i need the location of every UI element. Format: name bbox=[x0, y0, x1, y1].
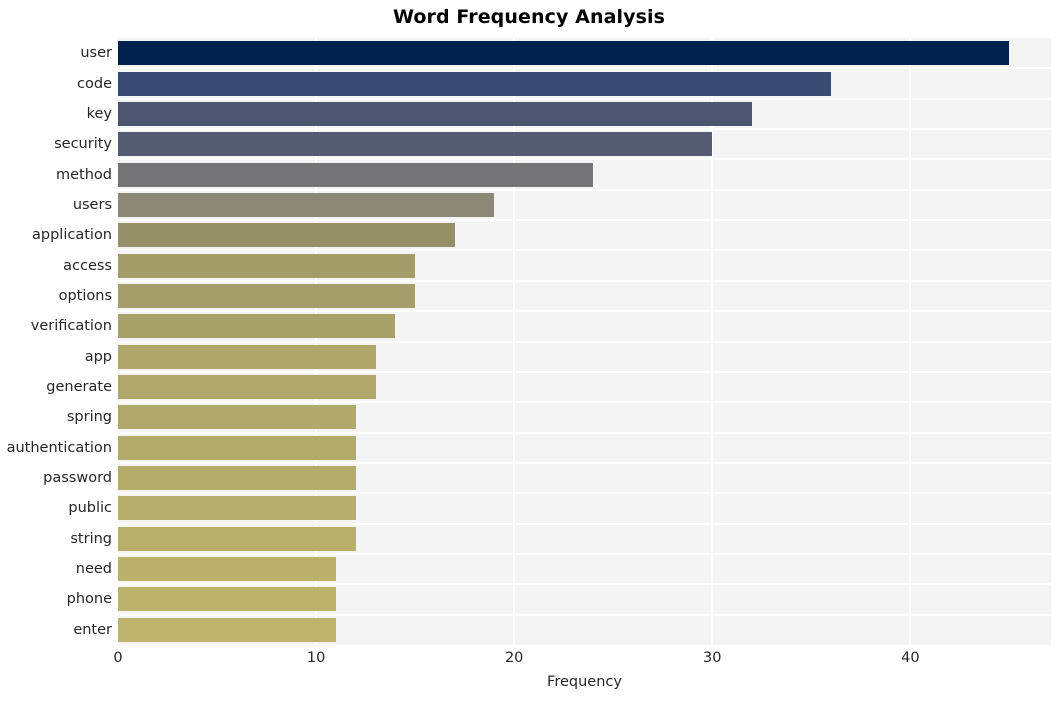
gridline-horizontal bbox=[118, 583, 1051, 586]
bar bbox=[118, 253, 416, 278]
x-axis-tick-label: 30 bbox=[703, 650, 722, 666]
bar bbox=[118, 314, 396, 339]
y-axis-tick-label: method bbox=[56, 166, 112, 183]
gridline-horizontal bbox=[118, 128, 1051, 131]
bar bbox=[118, 617, 336, 642]
bar bbox=[118, 557, 336, 582]
gridline-horizontal bbox=[118, 219, 1051, 222]
y-axis-tick-label: code bbox=[77, 75, 112, 92]
gridline-horizontal bbox=[118, 67, 1051, 70]
bar bbox=[118, 466, 356, 491]
gridline-horizontal bbox=[118, 492, 1051, 495]
x-axis-tick-labels: 0 10 20 30 40 bbox=[0, 650, 1058, 672]
y-axis-tick-label: users bbox=[72, 196, 112, 213]
y-axis-tick-label: spring bbox=[66, 409, 112, 426]
bar bbox=[118, 526, 356, 551]
y-axis-tick-labels: user code key security method users applicatio… bbox=[0, 38, 112, 645]
gridline-horizontal bbox=[118, 249, 1051, 252]
x-axis-tick-label: 40 bbox=[901, 650, 920, 666]
gridline-horizontal bbox=[118, 522, 1051, 525]
bar bbox=[118, 344, 376, 369]
gridline-horizontal bbox=[118, 401, 1051, 404]
gridline-horizontal bbox=[118, 613, 1051, 616]
y-axis-tick-label: authentication bbox=[6, 439, 112, 456]
gridline-horizontal bbox=[118, 279, 1051, 282]
y-axis-tick-label: options bbox=[58, 287, 112, 304]
gridline-horizontal bbox=[118, 370, 1051, 373]
chart-title: Word Frequency Analysis bbox=[392, 6, 666, 28]
gridline-horizontal bbox=[118, 97, 1051, 100]
gridline-horizontal bbox=[118, 310, 1051, 313]
y-axis-tick-label: phone bbox=[66, 591, 112, 608]
y-axis-tick-label: string bbox=[70, 530, 112, 547]
bar bbox=[118, 223, 455, 248]
y-axis-tick-label: public bbox=[68, 500, 112, 517]
y-axis-tick-label: verification bbox=[30, 318, 112, 335]
bar bbox=[118, 71, 832, 96]
bar bbox=[118, 41, 1010, 66]
y-axis-tick-label: application bbox=[32, 227, 112, 244]
gridline-horizontal bbox=[118, 552, 1051, 555]
bar bbox=[118, 405, 356, 430]
y-axis-tick-label: need bbox=[75, 561, 112, 578]
y-axis-tick-label: security bbox=[54, 136, 112, 153]
y-axis-tick-label: enter bbox=[73, 621, 112, 638]
y-axis-tick-label: user bbox=[80, 45, 112, 62]
bar bbox=[118, 162, 594, 187]
x-axis-tick-label: 0 bbox=[113, 650, 123, 666]
bar bbox=[118, 496, 356, 521]
bar bbox=[118, 192, 495, 217]
gridline-horizontal bbox=[118, 188, 1051, 191]
y-axis-tick-label: key bbox=[86, 105, 112, 122]
y-axis-tick-label: app bbox=[84, 348, 112, 365]
plot-area bbox=[118, 38, 1051, 645]
gridline-horizontal bbox=[118, 461, 1051, 464]
bar bbox=[118, 283, 416, 308]
y-axis-tick-label: access bbox=[63, 257, 112, 274]
x-axis-tick-label: 20 bbox=[504, 650, 524, 666]
gridline-horizontal bbox=[118, 431, 1051, 434]
bar bbox=[118, 132, 713, 157]
gridline-horizontal bbox=[118, 158, 1051, 161]
y-axis-tick-label: password bbox=[43, 470, 112, 487]
x-axis-tick-label: 10 bbox=[306, 650, 326, 666]
chart-figure: Word Frequency Analysis user code key secur… bbox=[0, 0, 1058, 701]
gridline-horizontal bbox=[118, 340, 1051, 343]
bar bbox=[118, 435, 356, 460]
bar bbox=[118, 101, 752, 126]
x-axis-title: Frequency bbox=[547, 674, 622, 690]
y-axis-tick-label: generate bbox=[46, 379, 112, 396]
bar bbox=[118, 587, 336, 612]
bar bbox=[118, 375, 376, 400]
